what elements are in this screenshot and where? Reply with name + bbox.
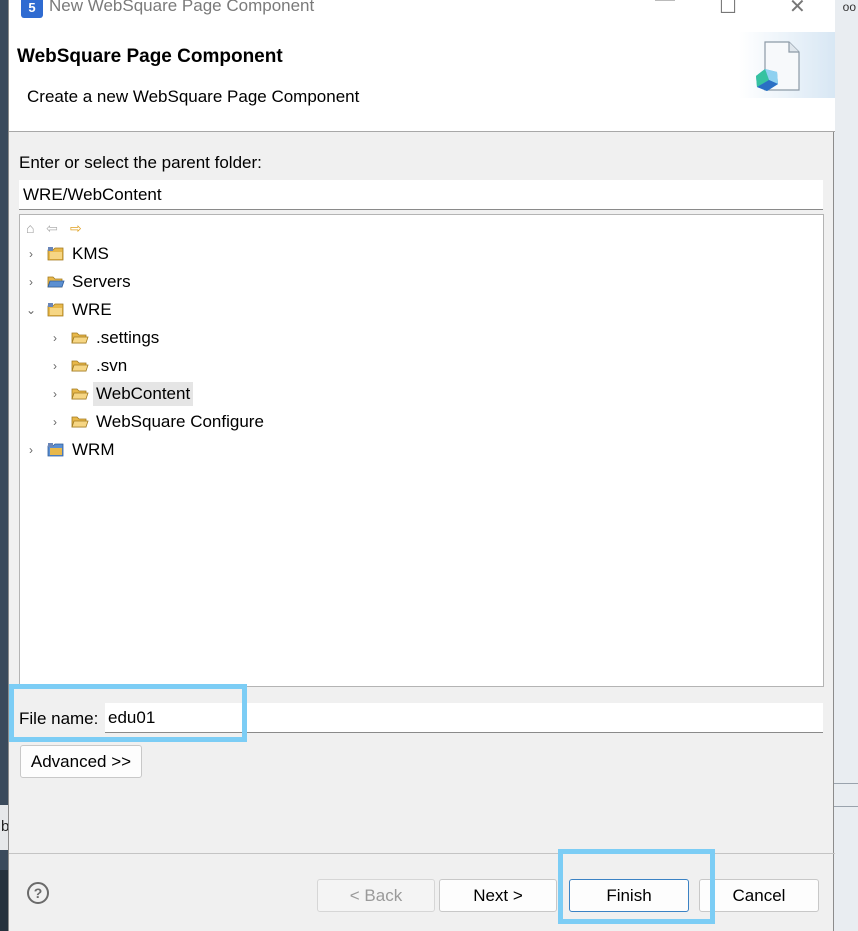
window-title: New WebSquare Page Component [49,0,315,15]
expand-chevron-icon[interactable]: › [24,443,38,457]
tree-item-webcontent[interactable]: › WebContent [48,381,194,407]
tree-item-label: WRM [72,440,115,459]
parent-folder-label: Enter or select the parent folder: [19,153,262,172]
forward-arrow-icon[interactable]: ⇨ [70,219,82,237]
open-folder-icon [47,276,65,288]
close-icon[interactable]: ✕ [789,0,806,19]
title-bar[interactable]: 5 New WebSquare Page Component — ☐ ✕ [9,0,835,24]
background-left-dark [0,870,8,931]
file-name-highlight [9,684,247,742]
wizard-page-icon [756,41,800,91]
next-button[interactable]: Next > [439,879,557,912]
tree-item-label: .settings [96,328,160,347]
back-arrow-icon[interactable]: ⇦ [46,219,58,237]
help-icon[interactable]: ? [27,882,49,904]
cancel-button[interactable]: Cancel [699,879,819,912]
page-title: WebSquare Page Component [17,46,283,67]
background-left-strip [0,0,8,931]
background-divider [834,806,858,807]
new-component-dialog: 5 New WebSquare Page Component — ☐ ✕ Web… [8,0,835,931]
tree-item-label: Servers [72,272,131,291]
tree-item-wre[interactable]: ⌄ WRE [24,297,115,323]
expand-chevron-icon[interactable]: › [48,415,62,429]
tree-item-label: WebContent [93,382,194,406]
parent-folder-input[interactable] [19,180,823,210]
page-description: Create a new WebSquare Page Component [27,87,360,106]
expand-chevron-icon[interactable]: › [24,275,38,289]
tree-item-label: .svn [96,356,128,375]
tree-item-label: WRE [72,300,112,319]
tree-item-svn[interactable]: › .svn [48,353,130,379]
background-right-strip [832,0,858,931]
expand-chevron-icon[interactable]: › [48,331,62,345]
tree-item-label: WebSquare Configure [96,412,264,431]
wizard-header: WebSquare Page Component Create a new We… [9,24,835,132]
tree-item-websquare-configure[interactable]: › WebSquare Configure [48,409,267,435]
tree-item-servers[interactable]: › Servers [24,269,134,295]
maximize-icon[interactable]: ☐ [719,0,737,19]
folder-icon [71,332,89,344]
tree-item-label: KMS [72,244,109,263]
finish-highlight [558,849,715,924]
background-right-text: oo [842,0,856,14]
minimize-icon[interactable]: — [655,0,675,11]
home-icon[interactable]: ⌂ [26,219,34,237]
advanced-button[interactable]: Advanced >> [20,745,142,778]
expand-chevron-icon[interactable]: › [48,359,62,373]
tree-item-kms[interactable]: › KMS [24,241,112,267]
project-folder-icon [47,303,64,317]
background-divider [834,783,858,784]
expand-chevron-icon[interactable]: › [48,387,62,401]
back-button[interactable]: < Back [317,879,435,912]
java-project-icon [47,443,64,457]
tree-item-wrm[interactable]: › WRM [24,437,117,463]
expand-chevron-icon[interactable]: › [24,247,38,261]
folder-icon [71,388,89,400]
folder-icon [71,360,89,372]
project-folder-icon [47,247,64,261]
websquare-app-icon: 5 [21,0,43,18]
folder-tree[interactable]: ⌂ ⇦ ⇨ › KMS › Servers ⌄ WRE › .settings … [19,214,824,687]
tree-item-settings[interactable]: › .settings [48,325,162,351]
collapse-chevron-icon[interactable]: ⌄ [24,303,38,317]
folder-icon [71,416,89,428]
